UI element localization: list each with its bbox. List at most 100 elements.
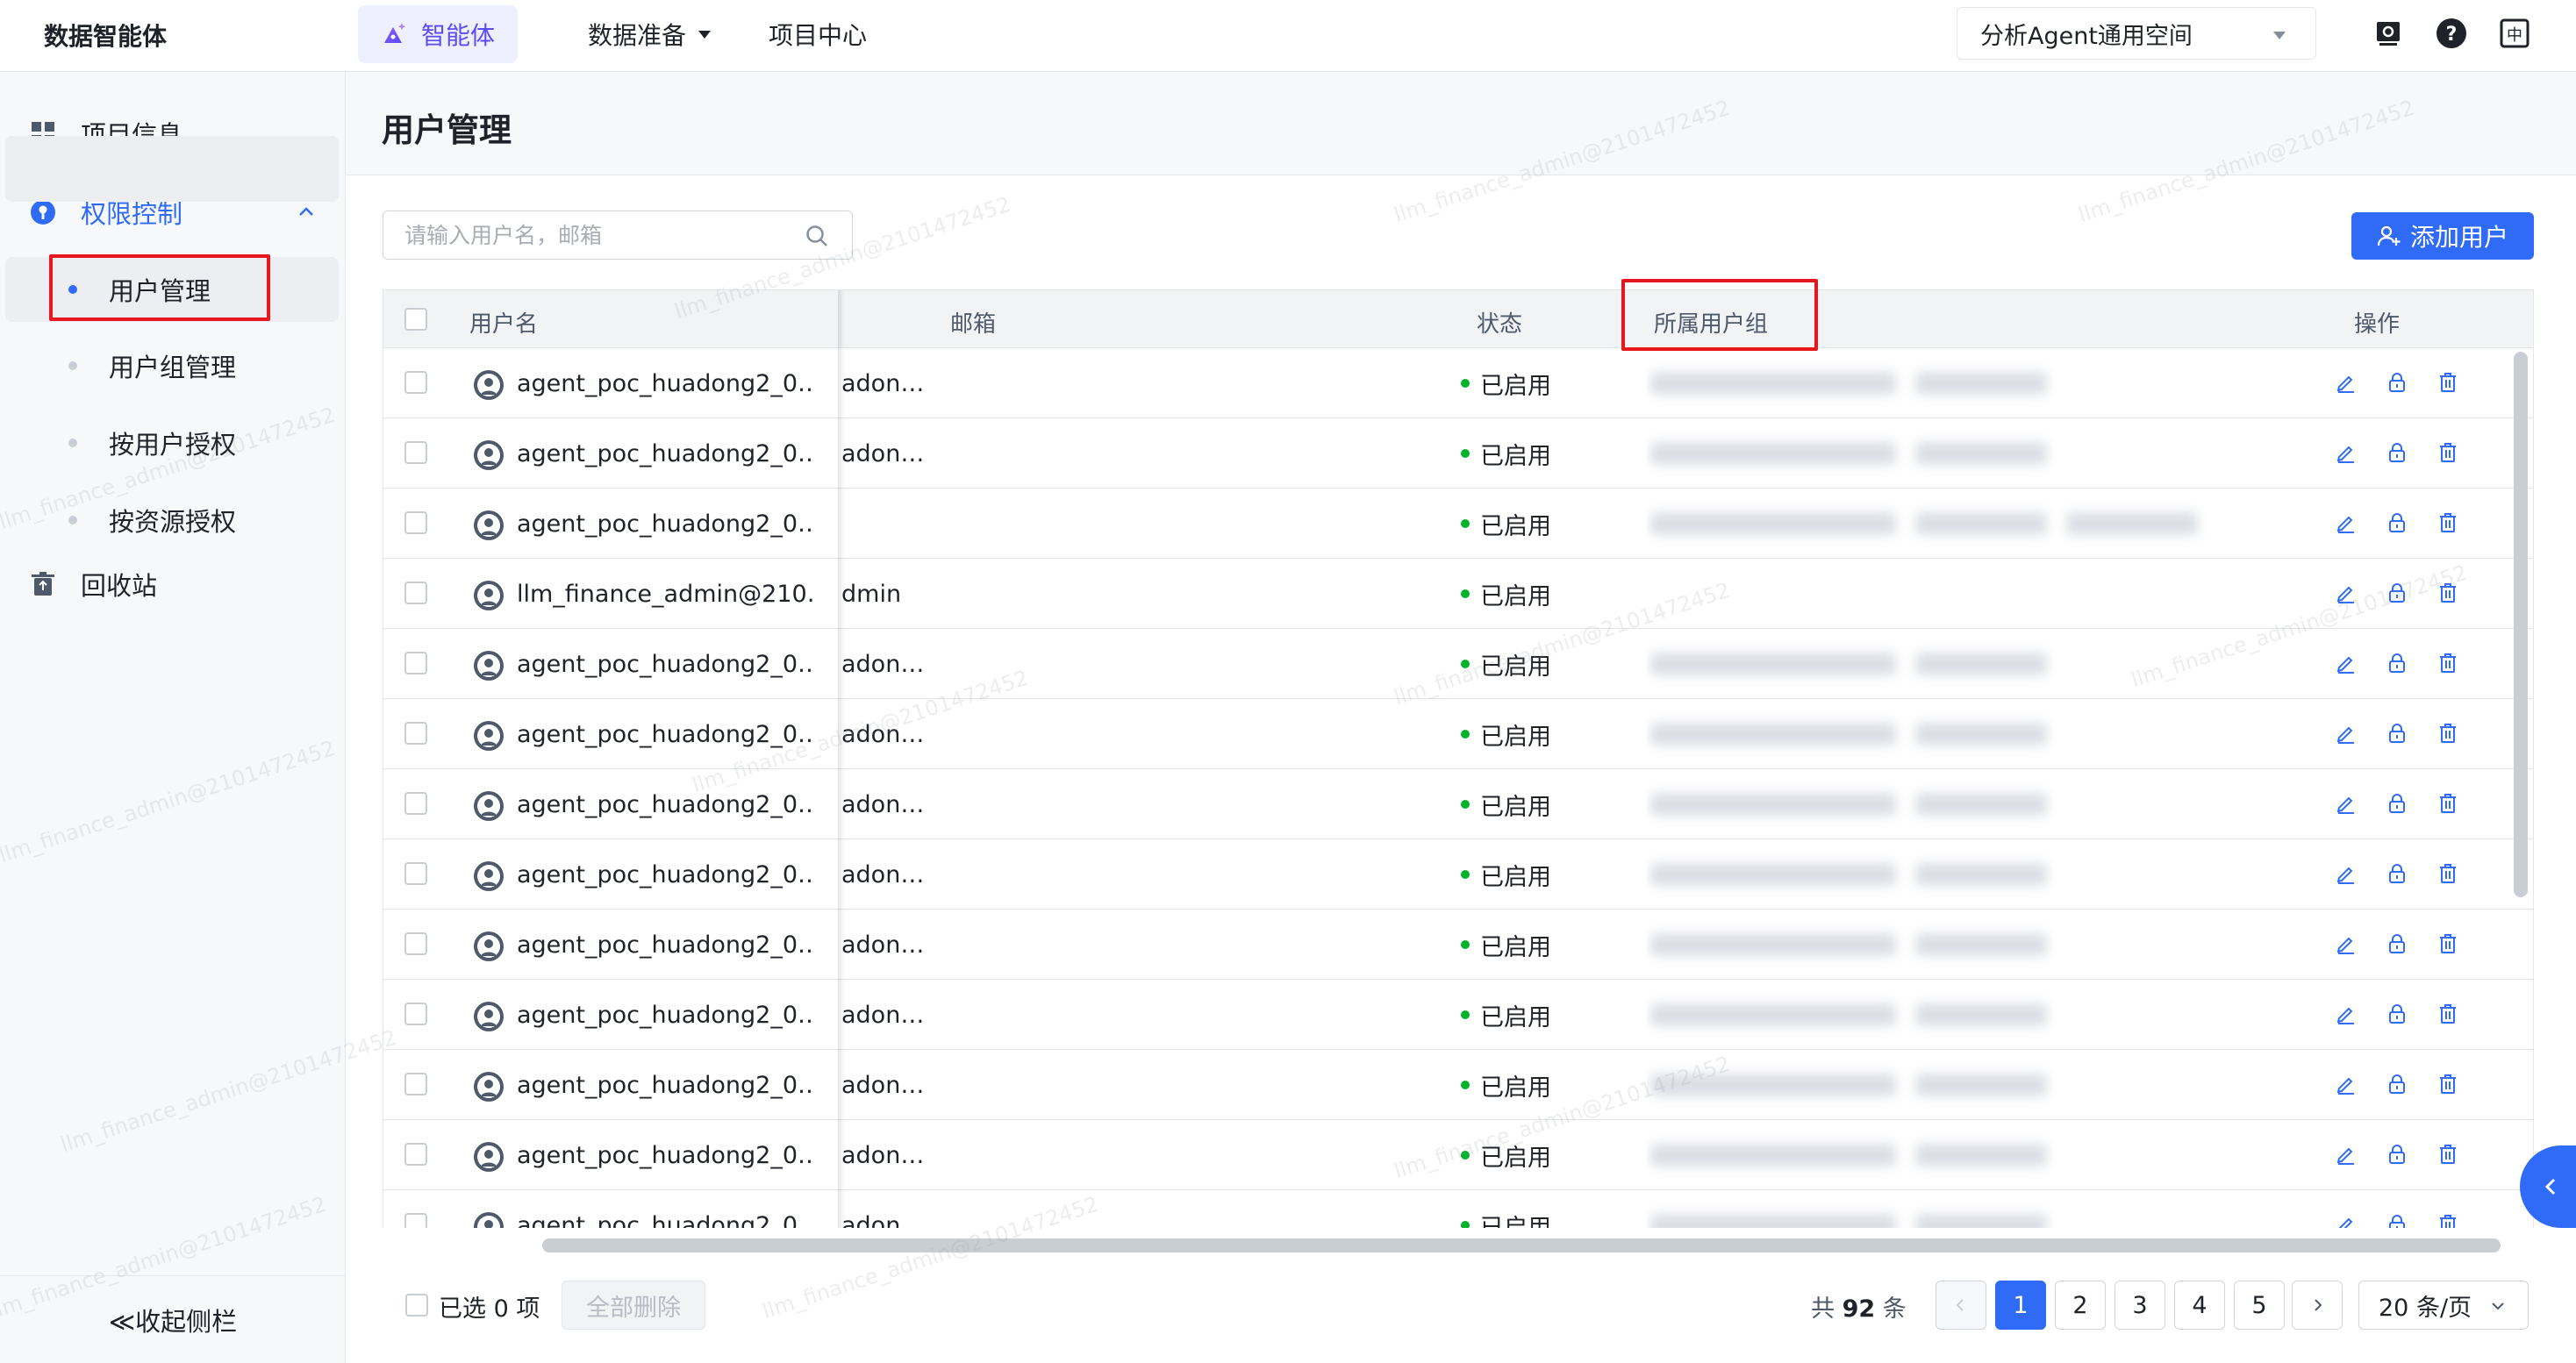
row-checkbox[interactable] — [404, 792, 427, 815]
prev-page-button[interactable] — [1936, 1281, 1986, 1330]
row-checkbox[interactable] — [404, 1073, 427, 1095]
delete-icon[interactable] — [2433, 859, 2463, 888]
page-size-select[interactable]: 20 条/页 — [2358, 1281, 2529, 1330]
delete-icon[interactable] — [2433, 1139, 2463, 1169]
page-button-1[interactable]: 1 — [1995, 1281, 2046, 1330]
edit-icon[interactable] — [2331, 1069, 2361, 1099]
workspace-select[interactable]: 分析Agent通用空间 — [1957, 7, 2316, 60]
page-button-4[interactable]: 4 — [2174, 1281, 2225, 1330]
row-checkbox[interactable] — [404, 1003, 427, 1025]
row-checkbox[interactable] — [404, 582, 427, 604]
lock-icon[interactable] — [2382, 1139, 2412, 1169]
sidebar-item-authorize-by-user[interactable]: 按用户授权 — [0, 410, 346, 475]
sidebar-item-user-group-management[interactable]: 用户组管理 — [0, 333, 346, 398]
lock-icon[interactable] — [2382, 648, 2412, 678]
username-cell[interactable]: agent_poc_huadong2_0… — [517, 489, 815, 559]
edit-icon[interactable] — [2331, 368, 2361, 397]
lock-icon[interactable] — [2382, 718, 2412, 748]
delete-icon[interactable] — [2433, 368, 2463, 397]
email-cell: adon… — [841, 369, 925, 397]
page-button-3[interactable]: 3 — [2114, 1281, 2165, 1330]
delete-icon[interactable] — [2433, 648, 2463, 678]
edit-icon[interactable] — [2331, 789, 2361, 818]
sidebar-item-recycle-bin[interactable]: 回收站 — [0, 558, 346, 610]
edit-icon[interactable] — [2331, 1210, 2361, 1228]
username-cell[interactable]: agent_poc_huadong2_0… — [517, 980, 815, 1050]
row-checkbox[interactable] — [404, 652, 427, 674]
delete-icon[interactable] — [2433, 999, 2463, 1029]
page-button-5[interactable]: 5 — [2234, 1281, 2285, 1330]
horizontal-scrollbar[interactable] — [542, 1238, 2501, 1252]
username-cell[interactable]: llm_finance_admin@210… — [517, 559, 815, 629]
username-cell[interactable]: agent_poc_huadong2_0… — [517, 699, 815, 769]
lock-icon[interactable] — [2382, 1210, 2412, 1228]
row-checkbox[interactable] — [404, 1213, 427, 1228]
username-cell[interactable]: agent_poc_huadong2_0… — [517, 1120, 815, 1190]
delete-icon[interactable] — [2433, 789, 2463, 818]
delete-icon[interactable] — [2433, 718, 2463, 748]
row-checkbox[interactable] — [404, 932, 427, 955]
page-button-2[interactable]: 2 — [2055, 1281, 2106, 1330]
nav-agent[interactable]: 智能体 — [358, 5, 519, 63]
username-cell[interactable]: agent_poc_huadong2_0… — [517, 629, 815, 699]
delete-icon[interactable] — [2433, 1069, 2463, 1099]
row-checkbox[interactable] — [404, 371, 427, 394]
help-icon[interactable]: ? — [2436, 18, 2467, 49]
search-input-wrapper[interactable] — [383, 211, 853, 260]
delete-icon[interactable] — [2433, 578, 2463, 608]
delete-icon[interactable] — [2433, 508, 2463, 538]
row-checkbox[interactable] — [404, 1143, 427, 1166]
vertical-scrollbar[interactable] — [2514, 352, 2528, 897]
language-icon[interactable]: 中 — [2499, 18, 2530, 49]
collapse-sidebar-button[interactable]: ≪收起侧栏 — [0, 1275, 346, 1363]
username-cell[interactable]: agent_poc_huadong2_0… — [517, 1050, 815, 1120]
delete-icon[interactable] — [2433, 929, 2463, 959]
row-checkbox[interactable] — [404, 722, 427, 745]
username-cell[interactable]: agent_poc_huadong2_0… — [517, 910, 815, 980]
select-all-checkbox[interactable] — [404, 308, 427, 331]
sidebar-item-authorize-by-resource[interactable]: 按资源授权 — [0, 488, 346, 553]
row-checkbox[interactable] — [404, 441, 427, 464]
username-cell[interactable]: agent_poc_huadong2_0… — [517, 769, 815, 839]
edit-icon[interactable] — [2331, 1139, 2361, 1169]
lock-icon[interactable] — [2382, 789, 2412, 818]
username-cell[interactable]: agent_poc_huadong2_0… — [517, 418, 815, 489]
edit-icon[interactable] — [2331, 648, 2361, 678]
edit-icon[interactable] — [2331, 929, 2361, 959]
lock-icon[interactable] — [2382, 368, 2412, 397]
lock-icon[interactable] — [2382, 859, 2412, 888]
edit-icon[interactable] — [2331, 508, 2361, 538]
delete-icon[interactable] — [2433, 1210, 2463, 1228]
next-page-button[interactable] — [2292, 1281, 2343, 1330]
email-cell: adon… — [841, 720, 925, 748]
nav-data-prep[interactable]: 数据准备 — [588, 5, 712, 63]
email-cell: adon… — [841, 860, 925, 888]
screen-settings-icon[interactable] — [2372, 18, 2404, 49]
edit-icon[interactable] — [2331, 859, 2361, 888]
agent-icon — [384, 23, 406, 43]
row-checkbox[interactable] — [404, 511, 427, 534]
footer-select-checkbox[interactable] — [405, 1294, 428, 1317]
sidebar-item-user-management[interactable]: 用户管理 — [5, 257, 339, 322]
lock-icon[interactable] — [2382, 929, 2412, 959]
username-cell[interactable]: agent_poc_huadong2_0… — [517, 839, 815, 910]
lock-icon[interactable] — [2382, 578, 2412, 608]
edit-icon[interactable] — [2331, 999, 2361, 1029]
lock-icon[interactable] — [2382, 1069, 2412, 1099]
add-user-button[interactable]: 添加用户 — [2351, 212, 2534, 260]
username-cell[interactable]: agent_poc_huadong2_0… — [517, 1190, 815, 1229]
edit-icon[interactable] — [2331, 438, 2361, 467]
delete-all-button[interactable]: 全部删除 — [562, 1281, 705, 1330]
lock-icon[interactable] — [2382, 508, 2412, 538]
row-checkbox[interactable] — [404, 862, 427, 885]
status-label: 已启用 — [1480, 372, 1551, 400]
search-icon[interactable] — [805, 224, 829, 248]
edit-icon[interactable] — [2331, 718, 2361, 748]
delete-icon[interactable] — [2433, 438, 2463, 467]
nav-project-center[interactable]: 项目中心 — [769, 5, 867, 63]
lock-icon[interactable] — [2382, 438, 2412, 467]
edit-icon[interactable] — [2331, 578, 2361, 608]
lock-icon[interactable] — [2382, 999, 2412, 1029]
username-cell[interactable]: agent_poc_huadong2_0… — [517, 348, 815, 418]
search-input[interactable] — [404, 218, 791, 252]
